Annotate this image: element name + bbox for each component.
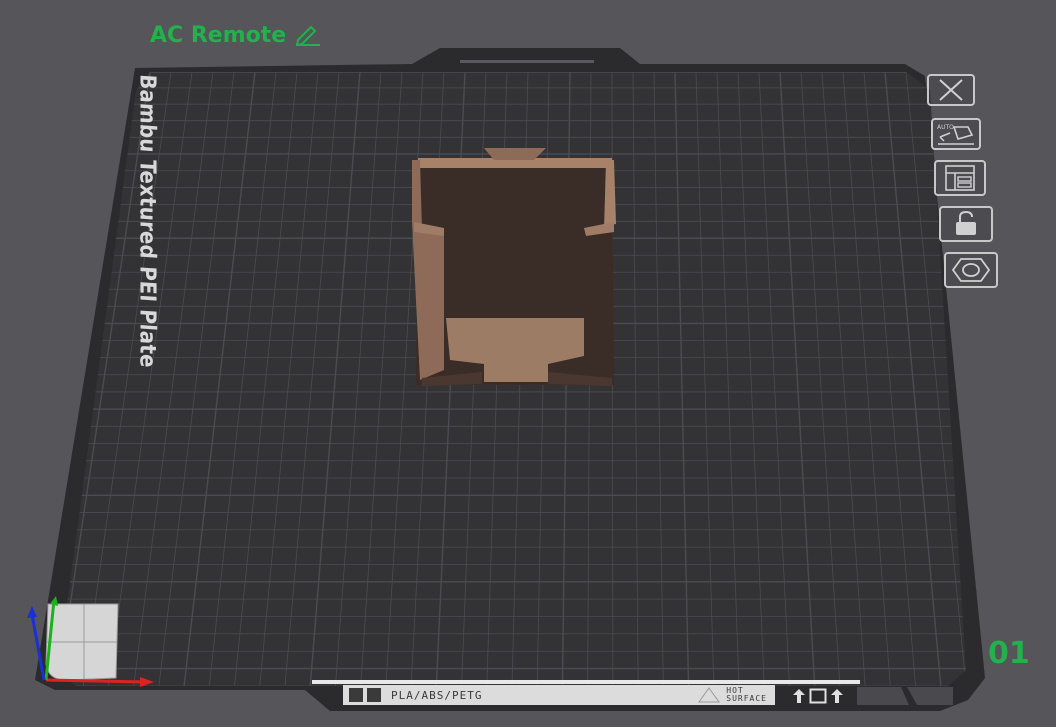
plate-logo-icon [367,688,381,702]
hot-surface-warning: HOT SURFACE [698,687,767,703]
auto-orient-icon: AUTO [937,124,974,145]
surface-label: SURFACE [726,694,767,703]
bed-label-strip: PLA/ABS/PETG HOT SURFACE [343,685,775,705]
close-icon [939,79,963,101]
bed-notch [460,60,594,63]
arrow-up-icon [831,689,843,703]
bed-tab-marker [857,687,953,705]
arrow-up-icon [793,689,805,703]
model-ac-remote [412,148,616,386]
plate-settings-button[interactable] [944,252,998,288]
plate-square-icon [809,688,827,704]
bambu-logo-icon [349,688,363,702]
close-plate-button[interactable] [927,74,975,106]
arrange-button[interactable] [934,160,986,196]
bed-side-icons [792,687,953,705]
bed-bottom-tab [312,680,860,684]
material-compat-label: PLA/ABS/PETG [391,688,483,702]
lock-icon [956,210,976,235]
warning-triangle-icon [698,687,721,703]
plate-type-label: Bambu Textured PEI Plate [134,73,160,369]
svg-text:AUTO: AUTO [937,124,954,131]
auto-orient-button[interactable]: AUTO [931,118,981,150]
plate-number: 01 [988,636,1030,671]
lock-plate-button[interactable] [939,206,993,242]
arrange-icon [945,165,975,191]
hex-nut-icon [951,258,991,282]
